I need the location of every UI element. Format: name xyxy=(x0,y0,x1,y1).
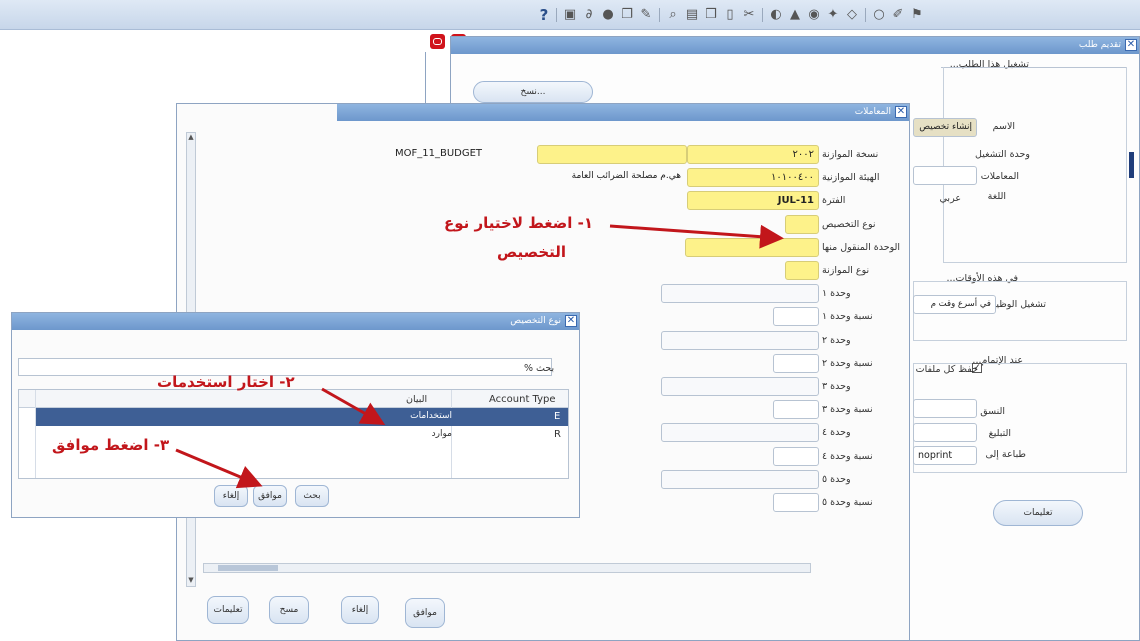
arrow-step1 xyxy=(609,224,784,249)
arrow-step3 xyxy=(175,448,263,489)
arrow-step2 xyxy=(321,387,386,425)
annotation-arrows xyxy=(175,224,784,489)
